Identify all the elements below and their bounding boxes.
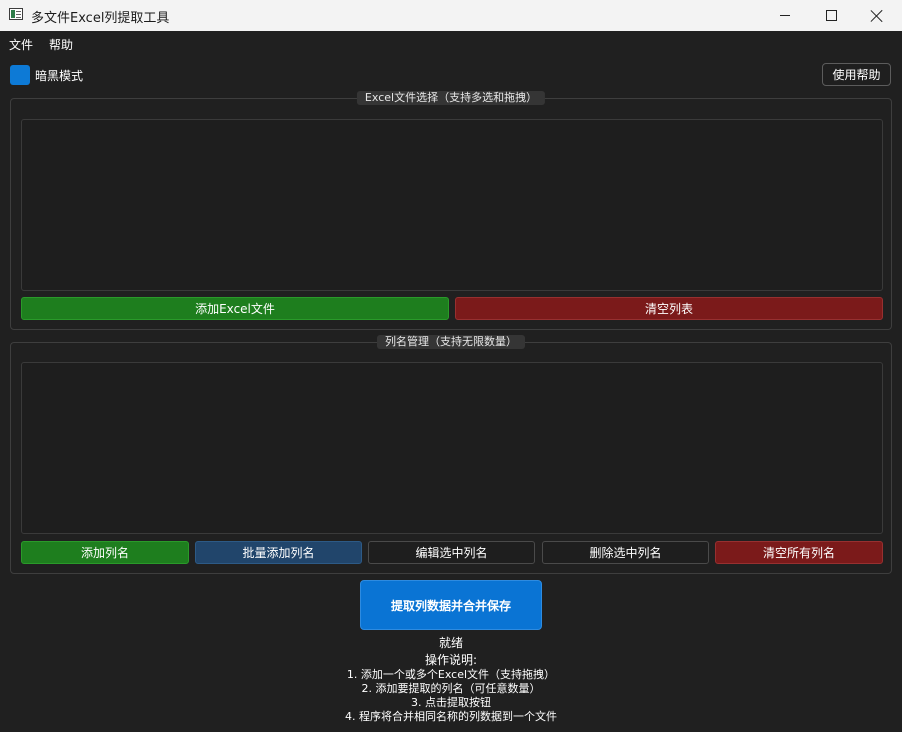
file-group-title: Excel文件选择（支持多选和拖拽） [356, 91, 546, 105]
delete-column-button[interactable]: 删除选中列名 [542, 541, 709, 564]
minimize-icon [780, 15, 790, 16]
extract-merge-save-button[interactable]: 提取列数据并合并保存 [360, 580, 542, 630]
edit-column-button[interactable]: 编辑选中列名 [368, 541, 535, 564]
menu-file[interactable]: 文件 [9, 36, 33, 53]
menu-help[interactable]: 帮助 [49, 36, 73, 53]
instructions-title: 操作说明: [424, 653, 478, 667]
close-icon [871, 10, 883, 22]
window-title: 多文件Excel列提取工具 [31, 11, 170, 26]
dark-mode-checkbox[interactable] [10, 65, 30, 85]
maximize-button[interactable] [808, 0, 854, 31]
instruction-line: 2. 添加要提取的列名（可任意数量） [361, 682, 541, 695]
app-icon [9, 8, 23, 20]
file-selection-group: Excel文件选择（支持多选和拖拽） 添加Excel文件 清空列表 [10, 91, 892, 330]
instruction-line: 3. 点击提取按钮 [411, 696, 491, 709]
file-list[interactable] [21, 119, 883, 291]
help-button[interactable]: 使用帮助 [822, 63, 891, 86]
batch-add-columns-button[interactable]: 批量添加列名 [195, 541, 362, 564]
column-management-group: 列名管理（支持无限数量） 添加列名 批量添加列名 编辑选中列名 删除选中列名 清… [10, 335, 892, 574]
title-bar[interactable]: 多文件Excel列提取工具 [0, 0, 902, 31]
maximize-icon [825, 10, 837, 21]
status-label: 就绪 [438, 636, 463, 650]
instruction-line: 4. 程序将合并相同名称的列数据到一个文件 [345, 710, 557, 723]
menu-bar: 文件 帮助 [0, 31, 902, 55]
close-button[interactable] [854, 0, 900, 31]
dark-mode-label: 暗黑模式 [35, 69, 84, 83]
clear-all-columns-button[interactable]: 清空所有列名 [715, 541, 883, 564]
clear-list-button[interactable]: 清空列表 [455, 297, 883, 320]
instruction-line: 1. 添加一个或多个Excel文件（支持拖拽） [346, 668, 556, 681]
column-group-title: 列名管理（支持无限数量） [377, 335, 525, 349]
minimize-button[interactable] [762, 0, 808, 31]
add-excel-button[interactable]: 添加Excel文件 [21, 297, 449, 320]
column-list[interactable] [21, 362, 883, 534]
add-column-button[interactable]: 添加列名 [21, 541, 189, 564]
